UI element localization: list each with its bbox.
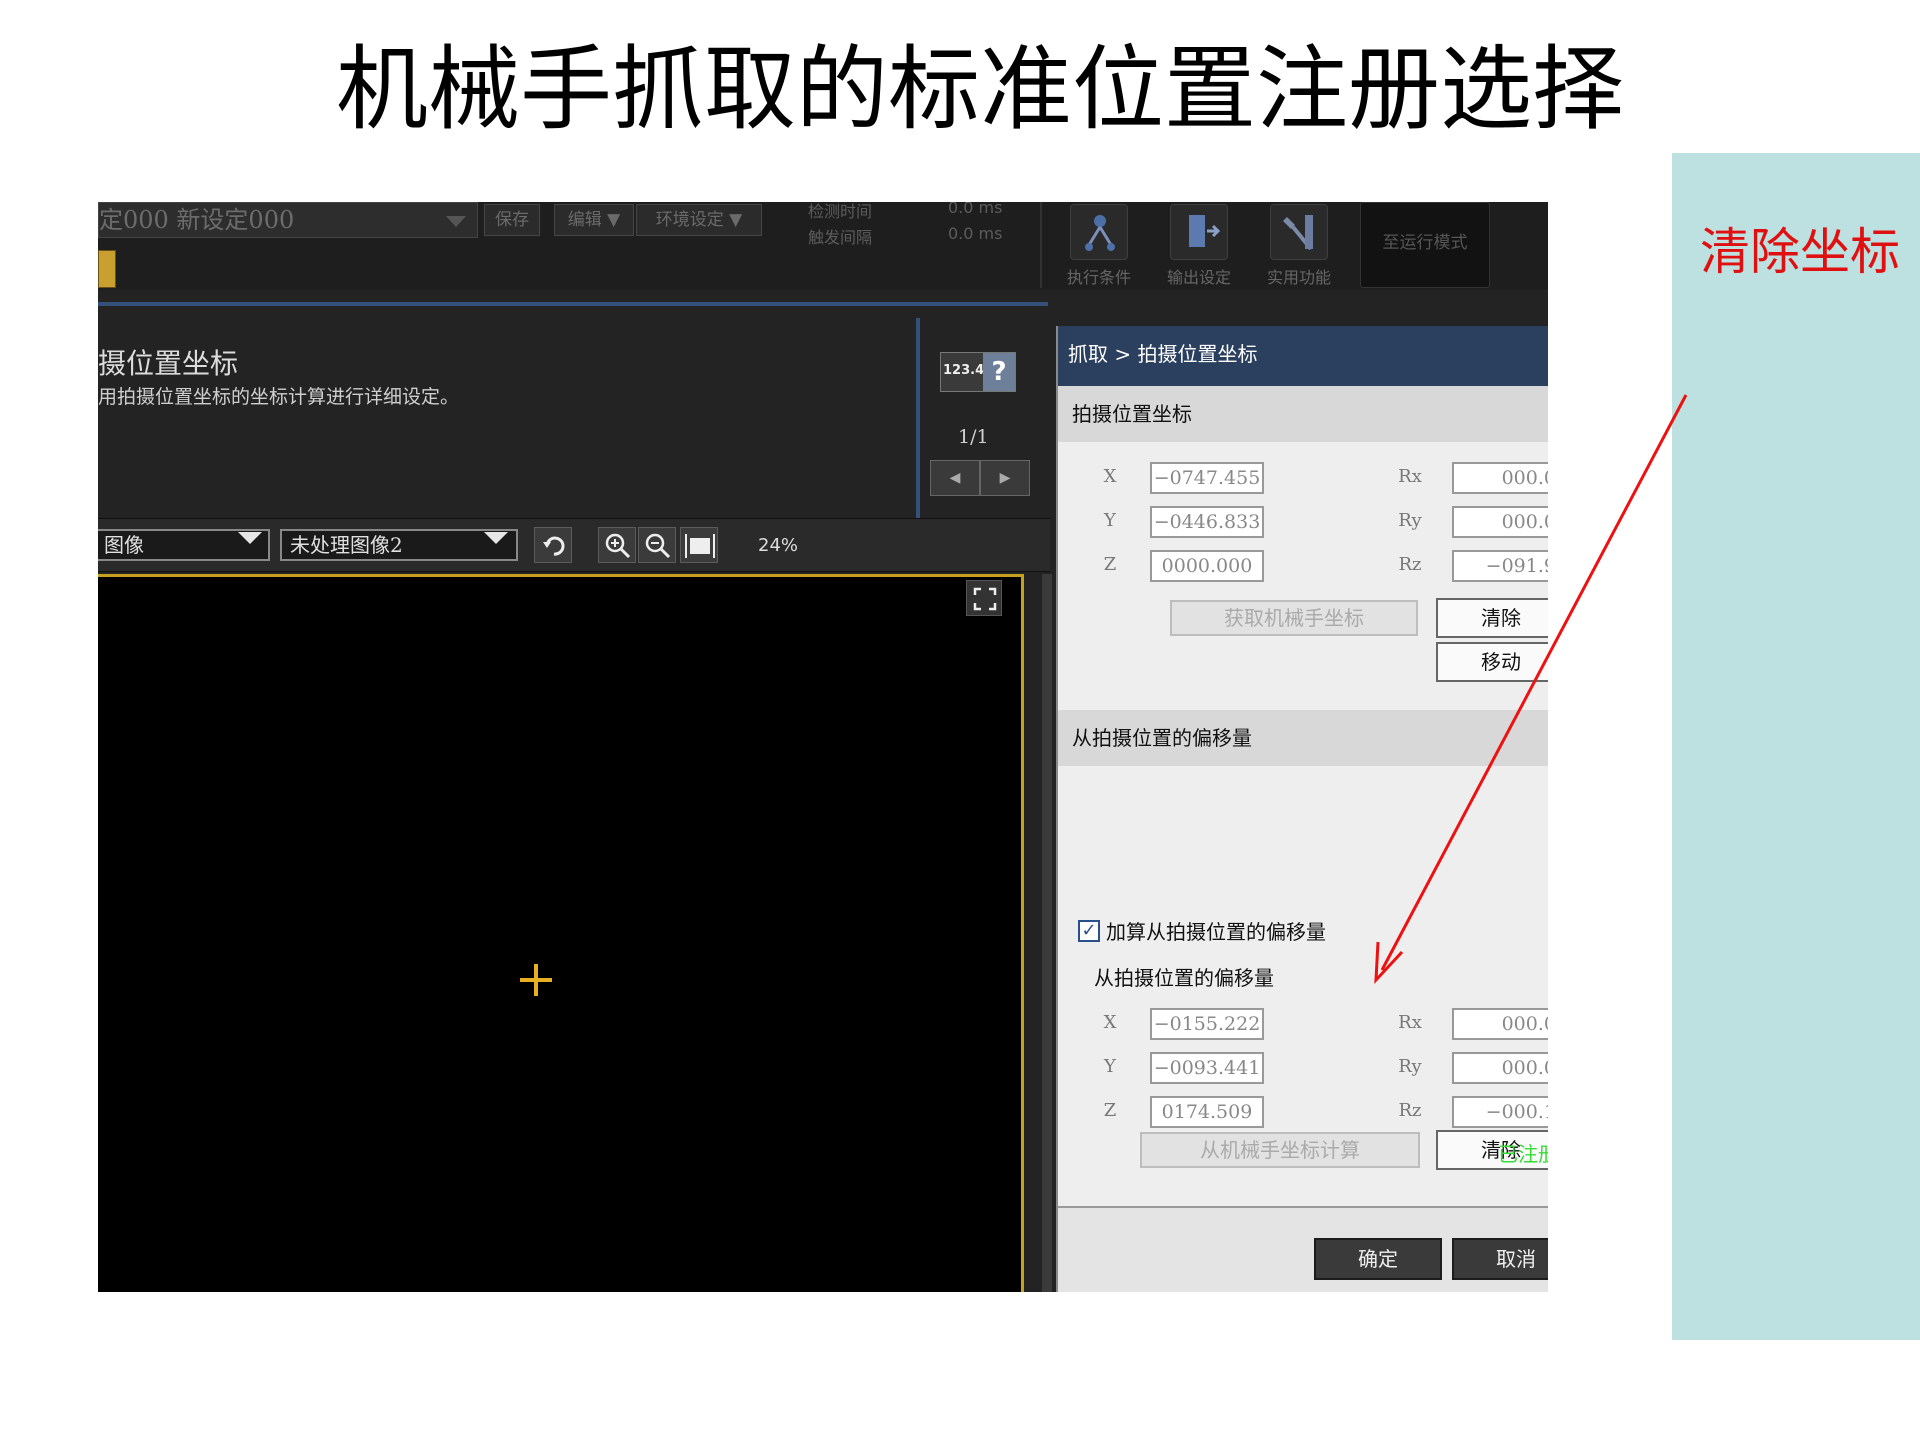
capture-rx-input[interactable]: 000.0	[1452, 462, 1548, 494]
move-button[interactable]: 移动	[1436, 642, 1548, 682]
scene-tab[interactable]	[98, 250, 116, 288]
axis-label: Y	[1104, 1056, 1116, 1077]
zoom-out-icon	[645, 533, 671, 559]
axis-label: Rz	[1398, 1100, 1422, 1121]
zoom-in-icon	[605, 533, 631, 559]
page-description: 用拍摄位置坐标的坐标计算进行详细设定。	[98, 386, 460, 408]
axis-label: X	[1103, 1012, 1117, 1033]
toolbar-divider	[1040, 202, 1042, 288]
axis-label: Rz	[1398, 554, 1422, 575]
dialog-breadcrumb: 抓取 > 拍摄位置坐标	[1058, 326, 1548, 386]
add-offset-label: 加算从拍摄位置的偏移量	[1106, 920, 1326, 944]
offset-x-input[interactable]: −0155.222	[1150, 1008, 1264, 1040]
trigger-interval-label: 触发间隔	[808, 228, 873, 247]
prev-page-button[interactable]: ◀	[930, 460, 980, 496]
refresh-button[interactable]	[534, 527, 572, 563]
offset-z-input[interactable]: 0174.509	[1150, 1096, 1264, 1128]
capture-ry-input[interactable]: 000.0	[1452, 506, 1548, 538]
image-type-select[interactable]: 未处理图像2	[280, 529, 518, 561]
callout-label: 清除坐标	[1700, 223, 1900, 281]
output-settings-button[interactable]	[1170, 204, 1228, 260]
add-offset-checkbox[interactable]: ✓	[1078, 920, 1100, 942]
section-offset: 从拍摄位置的偏移量	[1058, 710, 1548, 766]
offset-rx-input[interactable]: 000.0	[1452, 1008, 1548, 1040]
next-arrow-icon: ▶	[999, 470, 1011, 486]
offset-rz-input[interactable]: −000.1	[1452, 1096, 1548, 1128]
axis-label: Y	[1104, 510, 1116, 531]
exec-condition-icon	[1085, 215, 1115, 251]
settings-dialog: 抓取 > 拍摄位置坐标 拍摄位置坐标 X −0747.455 Rx 000.0 …	[1056, 326, 1548, 1292]
capture-x-input[interactable]: −0747.455	[1150, 462, 1264, 494]
capture-rz-input[interactable]: −091.9	[1452, 550, 1548, 582]
image-toolbar: 图像 未处理图像2 24%	[98, 518, 1050, 572]
axis-label: X	[1103, 466, 1117, 487]
axis-label: Z	[1103, 554, 1117, 575]
measure-time-value: 0.0 ms	[948, 202, 1003, 217]
page-counter: 1/1	[958, 426, 989, 448]
dialog-footer: 确定 取消	[1058, 1206, 1548, 1292]
run-mode-button[interactable]: 至运行模式	[1360, 202, 1490, 288]
checkbox-check-icon: ✓	[1081, 920, 1097, 941]
edit-menu[interactable]: 编辑 ▼	[554, 204, 634, 236]
main-toolbar: 定000 新设定000 保存 编辑 ▼ 环境设定 ▼ 检测时间 触发间隔 0.0…	[98, 202, 1548, 290]
image-canvas[interactable]	[98, 574, 1024, 1292]
utility-button[interactable]	[1270, 204, 1328, 260]
ok-button[interactable]: 确定	[1314, 1238, 1442, 1280]
offset-sub-label: 从拍摄位置的偏移量	[1094, 966, 1274, 990]
chevron-down-icon	[238, 532, 262, 544]
zoom-in-button[interactable]	[598, 527, 636, 563]
help-badge: 123.4	[943, 363, 985, 378]
header-vertical-rule	[916, 318, 920, 518]
axis-label: Rx	[1398, 466, 1422, 487]
fullscreen-button[interactable]	[966, 580, 1002, 616]
prev-arrow-icon: ◀	[949, 470, 961, 486]
help-icon: ?	[983, 353, 1015, 391]
canvas-scrollbar[interactable]	[1042, 574, 1052, 1292]
clear-capture-button[interactable]: 清除	[1436, 598, 1548, 638]
chevron-down-icon	[484, 532, 508, 544]
fullscreen-icon	[973, 587, 997, 611]
axis-label: Ry	[1398, 1056, 1422, 1077]
cancel-button[interactable]: 取消	[1452, 1238, 1548, 1280]
axis-label: Ry	[1398, 510, 1422, 531]
utility-label: 实用功能	[1266, 268, 1331, 287]
axis-label: Z	[1103, 1100, 1117, 1121]
crosshair-icon	[520, 964, 552, 996]
calc-from-robot-button[interactable]: 从机械手坐标计算	[1140, 1132, 1420, 1168]
help-button[interactable]: 123.4 ?	[940, 352, 1016, 392]
trigger-interval-value: 0.0 ms	[948, 224, 1003, 243]
zoom-out-button[interactable]	[638, 527, 676, 563]
scene-combo[interactable]: 定000 新设定000	[98, 202, 478, 238]
next-page-button[interactable]: ▶	[980, 460, 1030, 496]
page-title: 摄位置坐标	[98, 347, 239, 380]
offset-ry-input[interactable]: 000.0	[1452, 1052, 1548, 1084]
save-button[interactable]: 保存	[484, 204, 540, 236]
chevron-down-icon	[446, 216, 466, 227]
env-settings-menu[interactable]: 环境设定 ▼	[636, 204, 762, 236]
output-settings-label: 输出设定	[1166, 268, 1231, 287]
exec-condition-button[interactable]	[1070, 204, 1128, 260]
section-capture-position: 拍摄位置坐标	[1058, 386, 1548, 442]
exec-condition-label: 执行条件	[1066, 268, 1131, 287]
slide-title: 机械手抓取的标准位置注册选择	[335, 36, 1624, 143]
axis-label: Rx	[1398, 1012, 1422, 1033]
get-robot-coords-button[interactable]: 获取机械手坐标	[1170, 600, 1418, 636]
fit-view-button[interactable]	[680, 527, 718, 563]
offset-y-input[interactable]: −0093.441	[1150, 1052, 1264, 1084]
capture-z-input[interactable]: 0000.000	[1150, 550, 1264, 582]
header-divider	[98, 302, 1048, 306]
zoom-level: 24%	[758, 535, 799, 556]
measure-time-label: 检测时间	[808, 202, 873, 221]
registered-status: 已注册	[1498, 1142, 1548, 1166]
callout-panel	[1672, 153, 1920, 1340]
output-settings-icon	[1189, 215, 1221, 247]
fit-icon	[685, 534, 715, 558]
refresh-icon	[543, 536, 565, 556]
utility-icon	[1283, 215, 1313, 251]
screenshot: 定000 新设定000 保存 编辑 ▼ 环境设定 ▼ 检测时间 触发间隔 0.0…	[98, 202, 1548, 1292]
capture-y-input[interactable]: −0446.833	[1150, 506, 1264, 538]
